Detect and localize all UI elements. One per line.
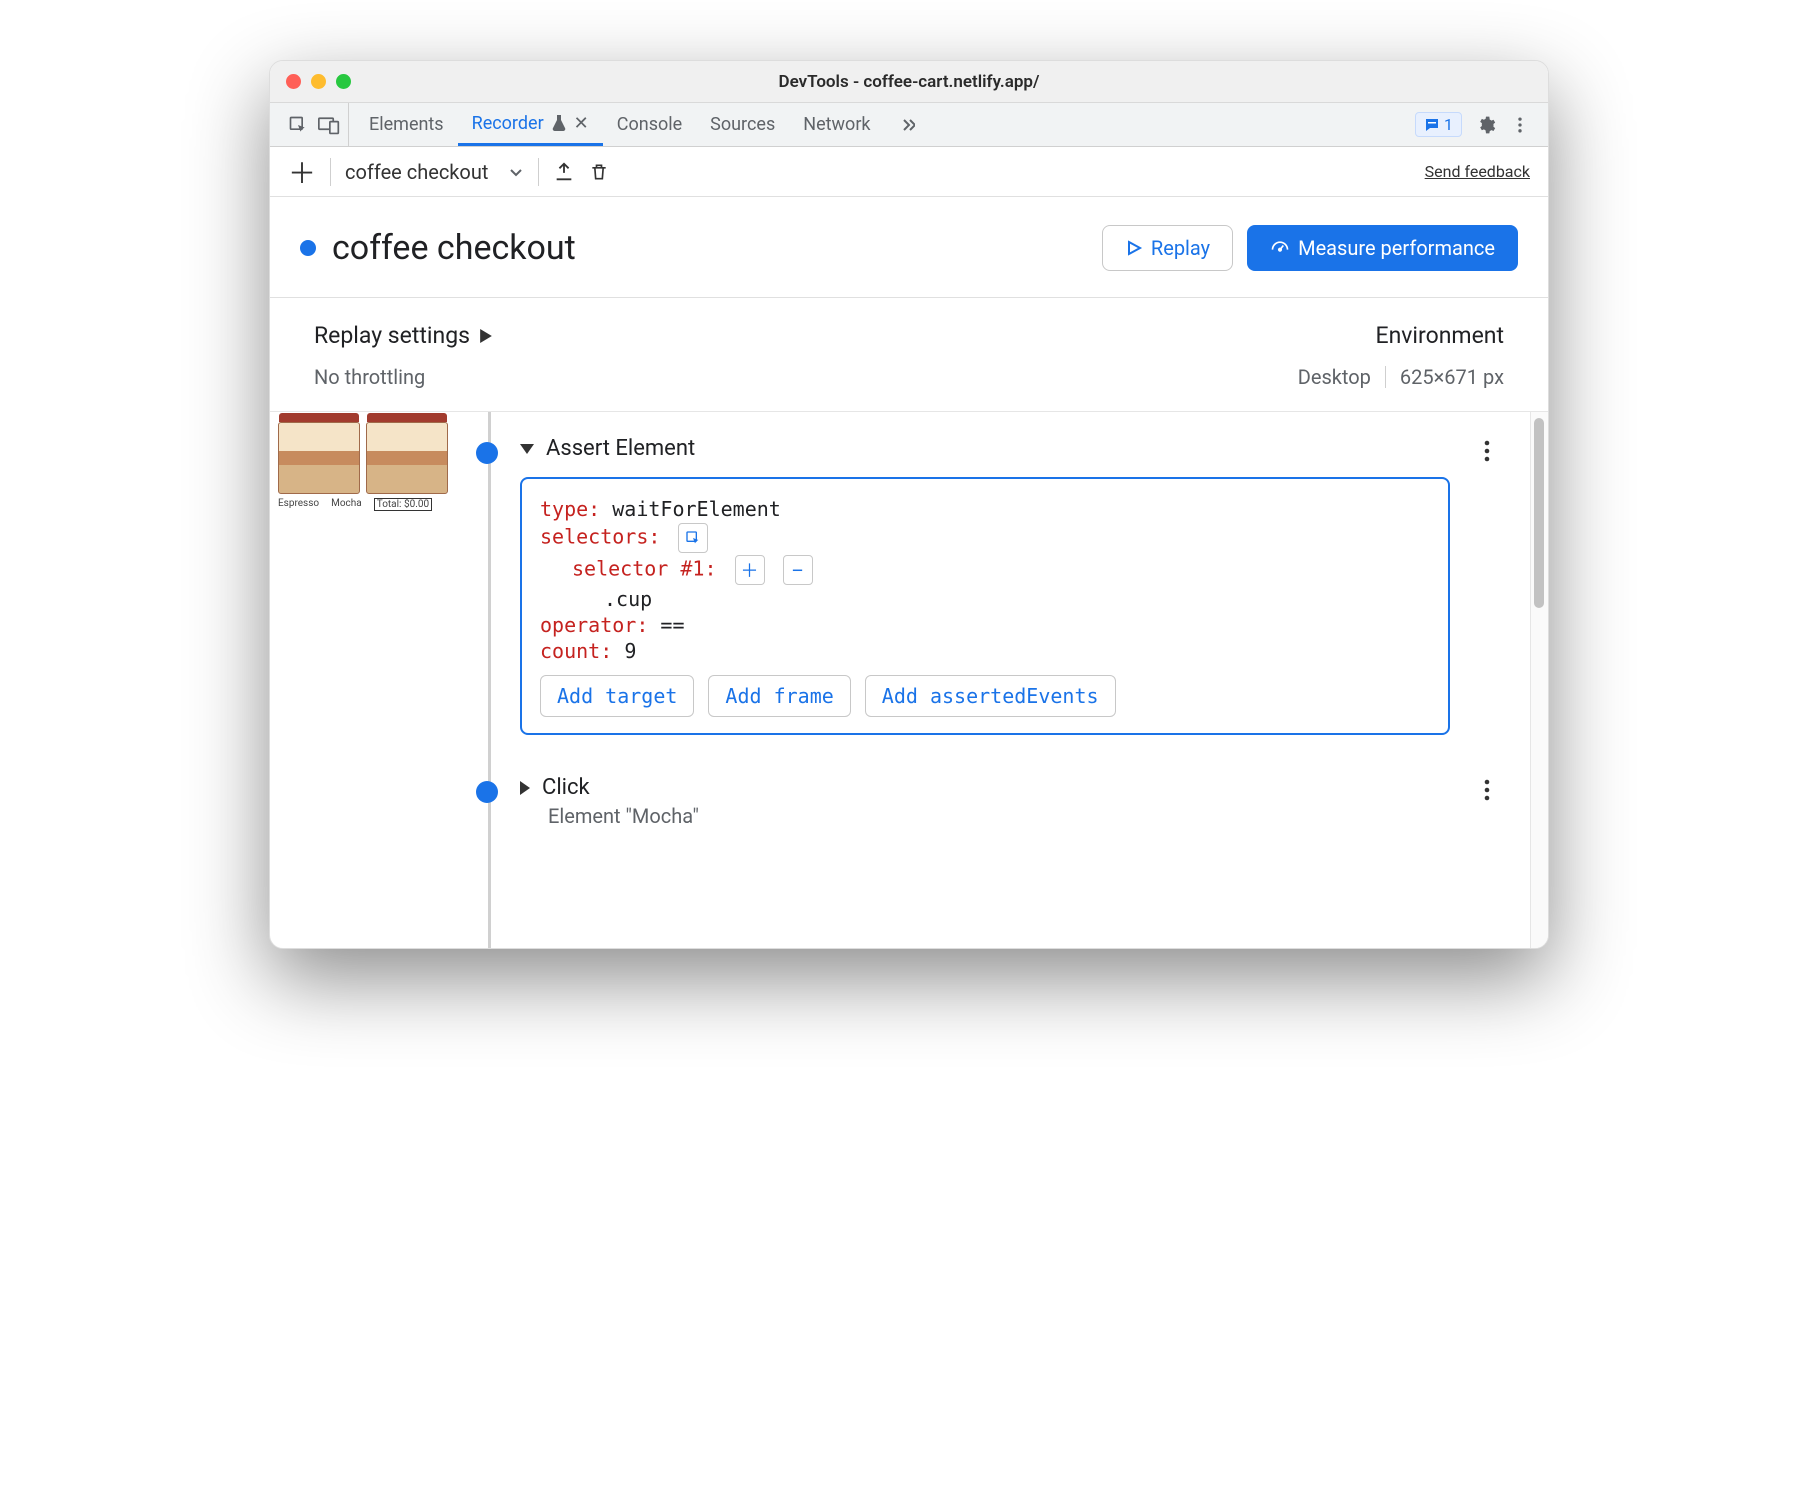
prop-selector-1: selector #1 (572, 557, 704, 581)
minimize-window-button[interactable] (311, 74, 326, 89)
add-target-button[interactable]: Add target (540, 675, 694, 717)
dimensions-label: 625×671 px (1400, 365, 1504, 389)
thumbnail-column: Espresso Mocha Total: $0.00 (270, 412, 460, 948)
prop-type: type (540, 497, 588, 521)
add-asserted-events-button[interactable]: Add assertedEvents (865, 675, 1116, 717)
step-title: Click (542, 775, 590, 800)
val-selector[interactable]: .cup (604, 587, 652, 611)
step-assert-element: Assert Element type: waitForElement sele… (520, 412, 1524, 735)
thumb-total: Total: $0.00 (374, 498, 432, 511)
add-frame-button[interactable]: Add frame (708, 675, 850, 717)
tab-elements[interactable]: Elements (355, 103, 458, 146)
tab-label: Console (617, 114, 682, 135)
window-title: DevTools - coffee-cart.netlify.app/ (270, 72, 1548, 92)
environment-heading: Environment (1298, 322, 1504, 349)
separator (538, 158, 539, 186)
element-picker-button[interactable] (678, 523, 708, 553)
replay-button[interactable]: Replay (1102, 225, 1233, 271)
tab-label: Elements (369, 114, 444, 135)
send-feedback-link[interactable]: Send feedback (1425, 162, 1530, 181)
tab-recorder[interactable]: Recorder ✕ (458, 103, 603, 146)
screenshot-thumbnail[interactable] (366, 422, 448, 494)
device-label: Desktop (1298, 365, 1371, 389)
disclosure-triangle-right-icon[interactable] (520, 781, 530, 795)
step-editor: type: waitForElement selectors: selector… (520, 477, 1450, 735)
flask-icon (552, 115, 566, 131)
traffic-lights (286, 74, 351, 89)
inspect-icon[interactable] (288, 115, 308, 135)
chevron-down-icon (508, 164, 524, 180)
thumb-label: Mocha (331, 498, 362, 511)
add-selector-button[interactable]: ＋ (735, 555, 765, 585)
prop-selectors: selectors (540, 525, 648, 549)
val-operator[interactable]: == (660, 613, 684, 637)
recording-title-row: coffee checkout Replay Measure performan… (270, 197, 1548, 298)
recording-select[interactable]: coffee checkout (345, 160, 524, 184)
step-menu-icon[interactable] (1484, 440, 1490, 462)
tab-label: Recorder (472, 113, 544, 134)
tab-label: Network (803, 114, 870, 135)
throttle-value: No throttling (314, 365, 492, 389)
recording-select-label: coffee checkout (345, 160, 488, 184)
messages-count: 1 (1444, 115, 1453, 134)
scrollbar-thumb[interactable] (1534, 418, 1544, 608)
thumb-label: Espresso (278, 498, 319, 511)
measure-label: Measure performance (1298, 236, 1495, 260)
new-recording-button[interactable]: ＋ (288, 152, 316, 192)
step-subtitle: Element "Mocha" (548, 804, 1524, 828)
val-type[interactable]: waitForElement (612, 497, 781, 521)
measure-performance-button[interactable]: Measure performance (1247, 225, 1518, 271)
disclosure-triangle-down-icon[interactable] (520, 443, 534, 455)
device-toggle-icon[interactable] (318, 115, 340, 135)
steps-area: Espresso Mocha Total: $0.00 A (270, 412, 1548, 948)
messages-badge[interactable]: 1 (1415, 112, 1462, 137)
close-window-button[interactable] (286, 74, 301, 89)
replay-settings-toggle[interactable]: Replay settings (314, 322, 492, 349)
step-menu-icon[interactable] (1484, 779, 1490, 801)
titlebar: DevTools - coffee-cart.netlify.app/ (270, 61, 1548, 103)
tab-sources[interactable]: Sources (696, 103, 789, 146)
export-icon[interactable] (553, 161, 575, 183)
fullscreen-window-button[interactable] (336, 74, 351, 89)
settings-row: Replay settings No throttling Environmen… (270, 298, 1548, 412)
separator (330, 158, 331, 186)
scrollbar-track[interactable] (1530, 412, 1548, 948)
step-marker (476, 442, 498, 464)
more-tabs-icon[interactable] (885, 103, 927, 146)
devtools-window: DevTools - coffee-cart.netlify.app/ Elem… (269, 60, 1549, 949)
timeline-line (488, 412, 491, 948)
close-tab-icon[interactable]: ✕ (574, 113, 589, 134)
step-title: Assert Element (546, 436, 695, 461)
prop-count: count (540, 639, 600, 663)
tab-label: Sources (710, 114, 775, 135)
remove-selector-button[interactable]: − (783, 555, 813, 585)
gear-icon[interactable] (1476, 115, 1496, 135)
tab-console[interactable]: Console (603, 103, 696, 146)
tab-network[interactable]: Network (789, 103, 884, 146)
val-count[interactable]: 9 (624, 639, 636, 663)
step-marker (476, 781, 498, 803)
kebab-icon[interactable] (1510, 115, 1530, 135)
recorder-toolbar: ＋ coffee checkout Send feedback (270, 147, 1548, 197)
recording-title: coffee checkout (332, 228, 576, 268)
recording-status-dot (300, 240, 316, 256)
step-timeline: Assert Element type: waitForElement sele… (460, 412, 1548, 948)
delete-icon[interactable] (589, 161, 609, 183)
replay-label: Replay (1151, 236, 1210, 260)
prop-operator: operator (540, 613, 636, 637)
devtools-tabbar: Elements Recorder ✕ Console Sources Netw… (270, 103, 1548, 147)
replay-settings-label: Replay settings (314, 322, 470, 349)
separator (1385, 366, 1386, 388)
screenshot-thumbnail[interactable] (278, 422, 360, 494)
step-click: Click Element "Mocha" (520, 735, 1524, 828)
